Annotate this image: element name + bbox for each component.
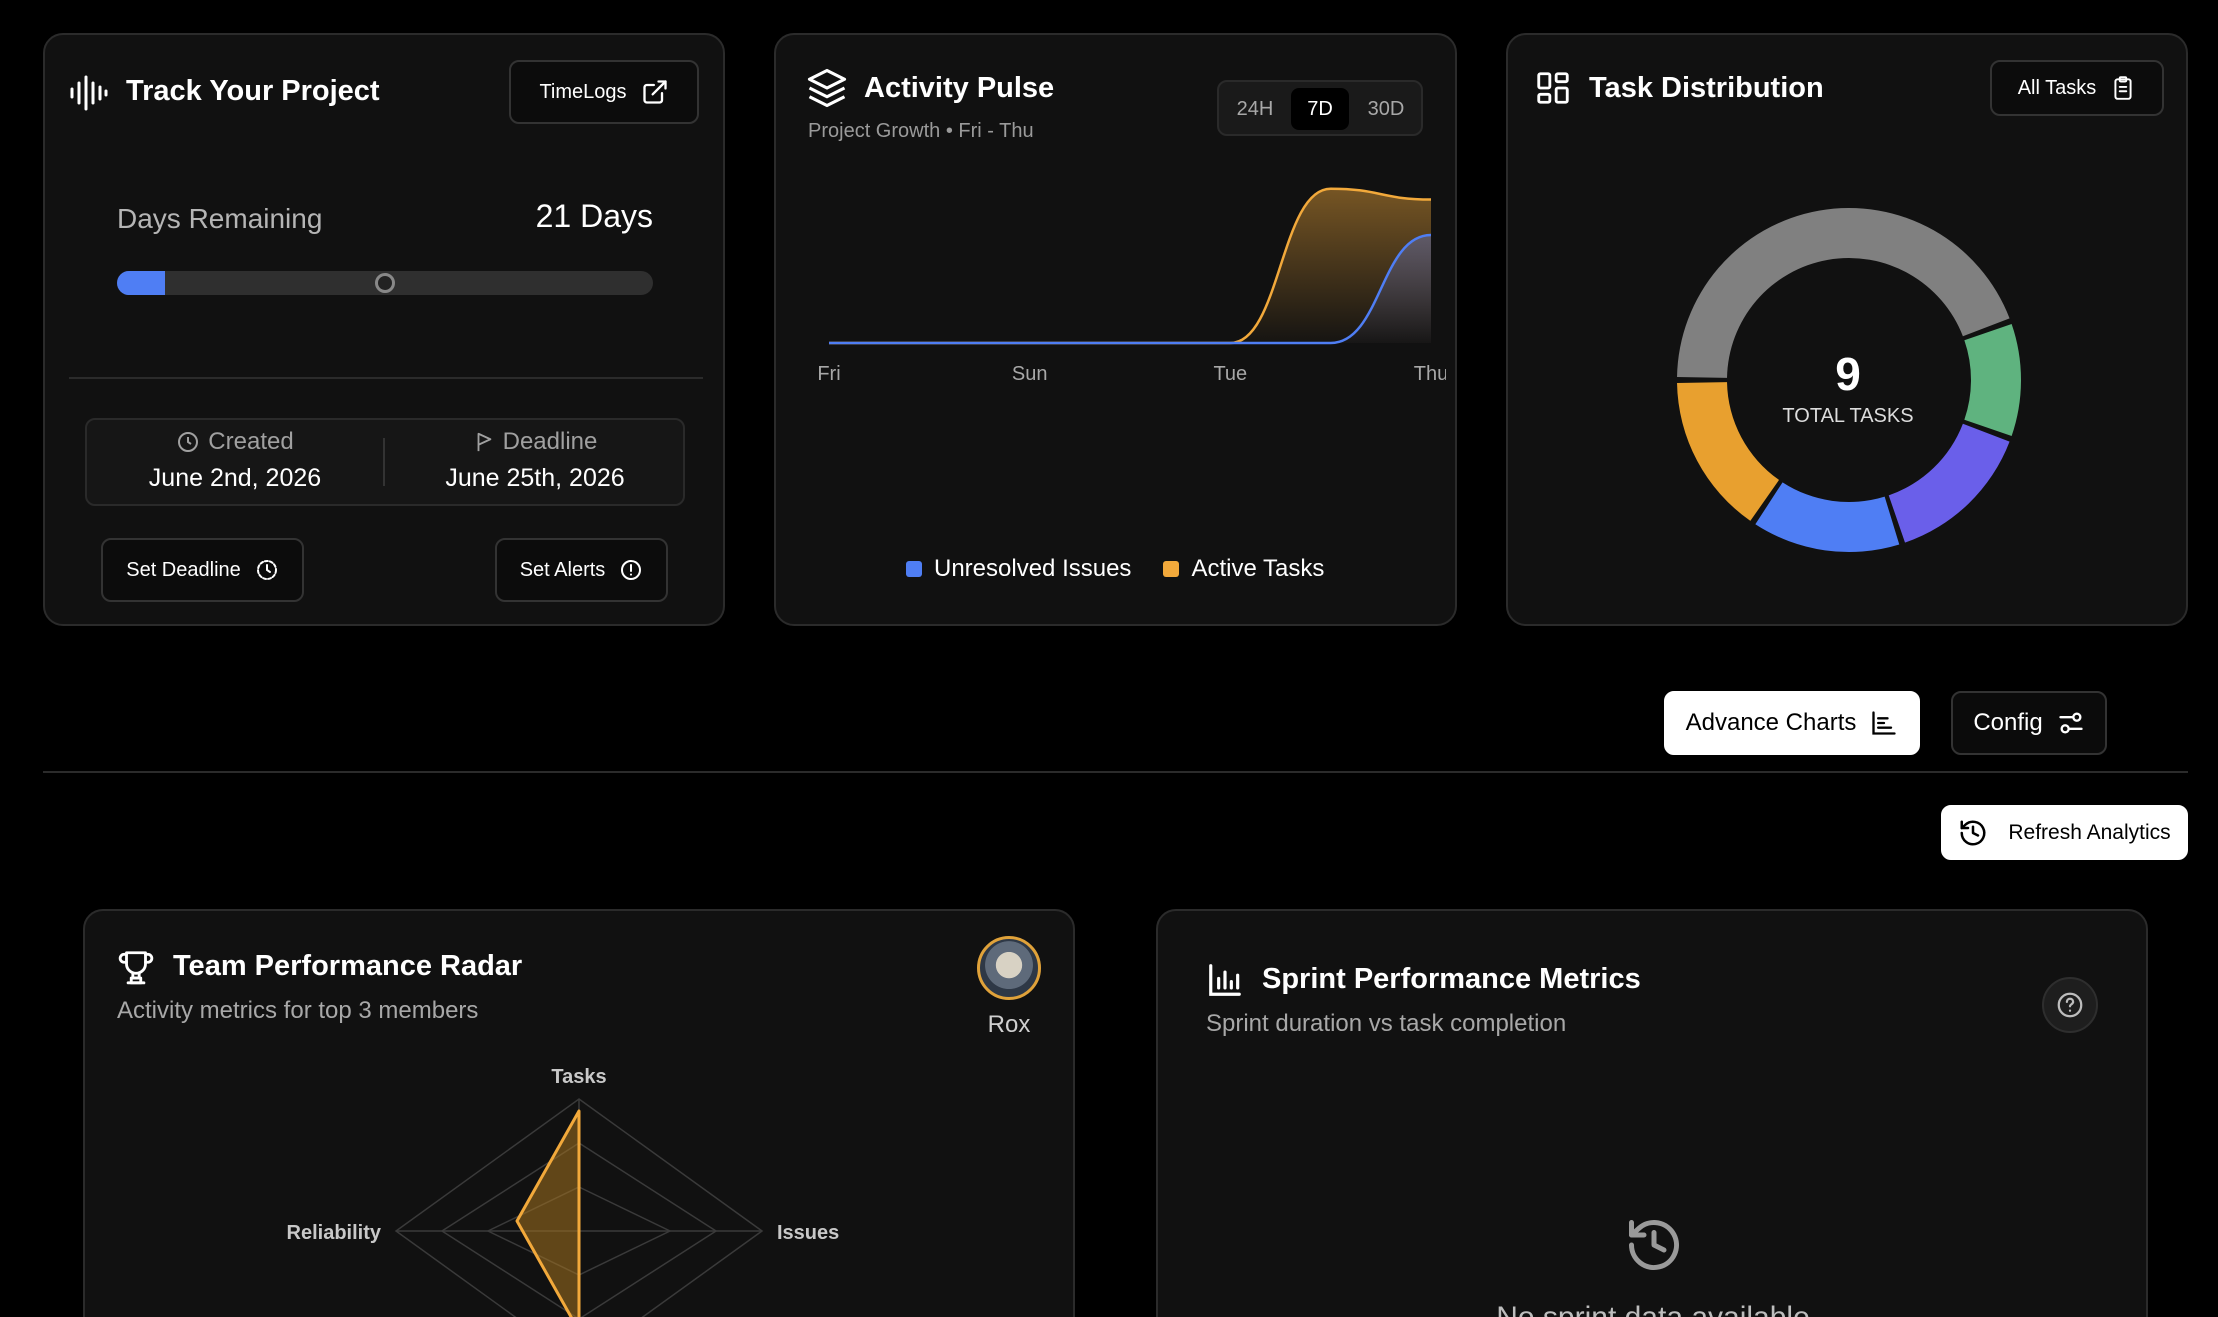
- pulse-title: Activity Pulse: [864, 72, 1055, 104]
- bar-chart-horizontal-icon: [1870, 709, 1898, 737]
- history-empty-icon: [1624, 1215, 1684, 1275]
- member-avatar[interactable]: [977, 936, 1041, 1000]
- layout-grid-icon: [1534, 69, 1572, 107]
- radar-title: Team Performance Radar: [173, 950, 523, 982]
- range-7d[interactable]: 7D: [1291, 88, 1349, 130]
- sprint-empty-text: No sprint data available: [1158, 1301, 2148, 1317]
- track-divider: [69, 377, 703, 379]
- clock-icon: [176, 430, 200, 454]
- config-button[interactable]: Config: [1951, 691, 2107, 755]
- sprint-subtitle: Sprint duration vs task completion: [1206, 1010, 1567, 1037]
- days-progress-bar: [117, 271, 653, 295]
- config-label: Config: [1973, 709, 2043, 736]
- member-name: Rox: [987, 1011, 1031, 1038]
- section-divider: [43, 771, 2188, 773]
- total-tasks-label: TOTAL TASKS: [1782, 405, 1914, 427]
- sprint-metrics-card: Sprint Performance Metrics Sprint durati…: [1156, 909, 2148, 1317]
- days-remaining-value: 21 Days: [535, 198, 653, 234]
- created-date: June 2nd, 2026: [148, 464, 322, 492]
- x-tick-sun: Sun: [1012, 363, 1048, 385]
- advance-charts-button[interactable]: Advance Charts: [1664, 691, 1920, 755]
- deadline-date: June 25th, 2026: [445, 464, 625, 492]
- legend-swatch-tasks: [1163, 561, 1180, 577]
- range-24h[interactable]: 24H: [1225, 88, 1285, 130]
- bar-chart-icon: [1206, 961, 1244, 999]
- alert-circle-icon: [619, 558, 643, 582]
- audio-waveform-icon: [69, 75, 109, 111]
- track-project-card: Track Your Project TimeLogs Days Remaini…: [43, 33, 725, 626]
- set-deadline-label: Set Deadline: [126, 558, 241, 581]
- timelogs-label: TimeLogs: [539, 80, 627, 103]
- x-tick-fri: Fri: [817, 363, 840, 385]
- total-tasks-value: 9: [1835, 348, 1861, 400]
- timelogs-button[interactable]: TimeLogs: [509, 60, 699, 124]
- track-title: Track Your Project: [126, 75, 380, 107]
- activity-area-chart: Fri Sun Tue Thu: [817, 187, 1446, 385]
- clock-reset-icon: [255, 558, 279, 582]
- radar-axis-tasks: Tasks: [551, 1066, 606, 1088]
- task-distribution-card: Task Distribution All Tasks 9 TOTAL TASK…: [1506, 33, 2188, 626]
- team-radar-chart: Tasks Issues Reliability: [287, 1066, 839, 1317]
- radar-axis-reliability: Reliability: [287, 1222, 382, 1244]
- clipboard-icon: [2110, 74, 2136, 102]
- help-button[interactable]: [2042, 977, 2098, 1033]
- legend-issues-label: Unresolved Issues: [934, 555, 1132, 582]
- x-tick-tue: Tue: [1213, 363, 1247, 385]
- donut-segment-4[interactable]: [1677, 382, 1780, 521]
- radar-axis-issues: Issues: [777, 1222, 839, 1244]
- donut-segment-3[interactable]: [1755, 482, 1900, 552]
- donut-segment-2[interactable]: [1888, 423, 2010, 543]
- range-selector: 24H 7D 30D: [1217, 80, 1423, 136]
- legend-swatch-issues: [906, 561, 922, 577]
- pulse-legend: Unresolved Issues Active Tasks: [906, 555, 1324, 583]
- sprint-title: Sprint Performance Metrics: [1262, 963, 1641, 995]
- legend-tasks-label: Active Tasks: [1191, 555, 1325, 582]
- flag-icon: [473, 430, 495, 454]
- layers-icon: [806, 67, 848, 109]
- all-tasks-label: All Tasks: [2017, 76, 2097, 99]
- trophy-icon: [117, 947, 155, 987]
- radar-subtitle: Activity metrics for top 3 members: [117, 997, 479, 1024]
- distribution-title: Task Distribution: [1589, 72, 1824, 104]
- refresh-analytics-label: Refresh Analytics: [2008, 820, 2171, 844]
- sliders-icon: [2057, 709, 2085, 737]
- deadline-label-row: Deadline: [385, 428, 685, 456]
- team-radar-card: Team Performance Radar Activity metrics …: [83, 909, 1075, 1317]
- series-area-active-tasks: [829, 188, 1431, 343]
- set-alerts-label: Set Alerts: [519, 558, 606, 581]
- created-column: Created June 2nd, 2026: [87, 428, 383, 493]
- help-circle-icon: [2055, 990, 2085, 1020]
- history-icon: [1958, 818, 1988, 848]
- all-tasks-button[interactable]: All Tasks: [1990, 60, 2164, 116]
- days-remaining-label: Days Remaining: [117, 203, 323, 234]
- deadline-column: Deadline June 25th, 2026: [385, 428, 685, 493]
- deadline-label: Deadline: [502, 428, 598, 455]
- external-link-icon: [641, 78, 669, 106]
- created-label-row: Created: [87, 428, 383, 456]
- refresh-analytics-button[interactable]: Refresh Analytics: [1941, 805, 2188, 860]
- x-tick-thu: Thu: [1414, 363, 1446, 385]
- activity-pulse-card: Activity Pulse Project Growth • Fri - Th…: [774, 33, 1457, 626]
- progress-slider-thumb[interactable]: [375, 273, 395, 293]
- range-30d[interactable]: 30D: [1355, 88, 1417, 130]
- days-progress-fill: [117, 271, 166, 295]
- advance-charts-label: Advance Charts: [1685, 709, 1857, 736]
- dates-panel: Created June 2nd, 2026 Deadline June 25t…: [85, 418, 685, 506]
- radar-series-area: [515, 1109, 581, 1317]
- set-alerts-button[interactable]: Set Alerts: [495, 538, 668, 602]
- set-deadline-button[interactable]: Set Deadline: [101, 538, 304, 602]
- created-label: Created: [208, 428, 294, 455]
- pulse-subtitle: Project Growth • Fri - Thu: [808, 120, 1034, 142]
